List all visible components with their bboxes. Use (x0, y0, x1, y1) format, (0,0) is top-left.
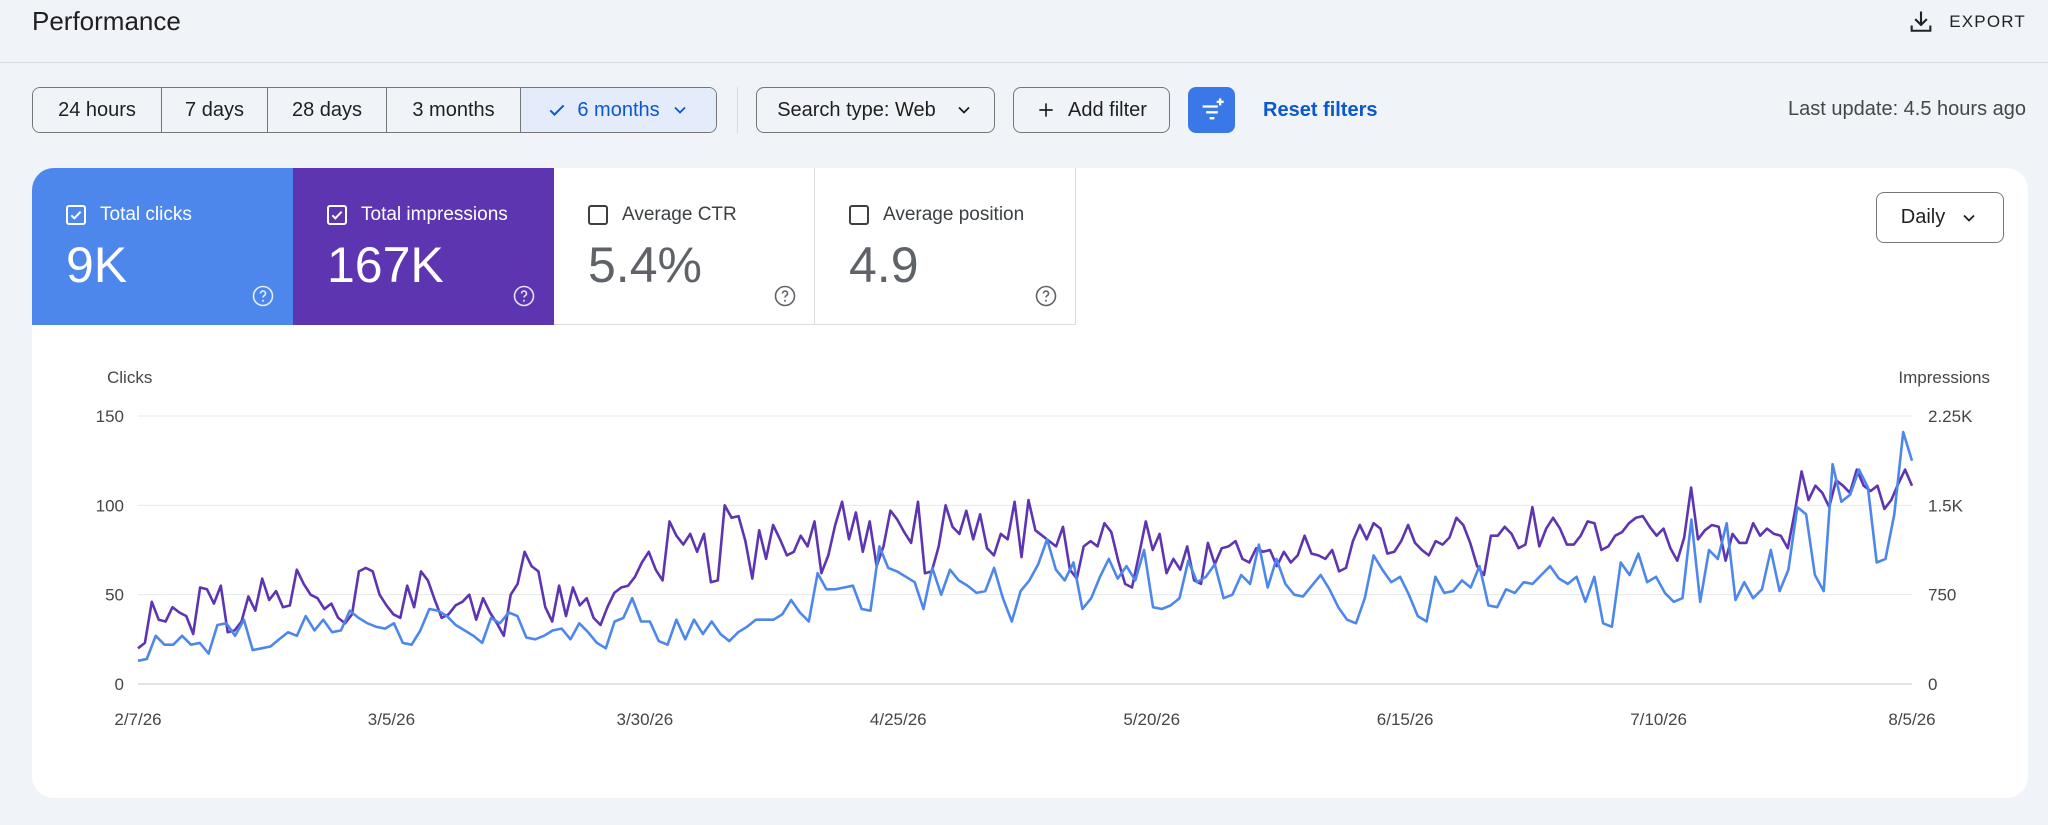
metric-value: 5.4% (588, 237, 702, 293)
x-axis-tick-label: 7/10/26 (1630, 710, 1687, 729)
help-icon[interactable] (1034, 284, 1058, 308)
chevron-down-icon (673, 106, 686, 114)
range-6-months[interactable]: 6 months (521, 88, 716, 132)
performance-chart-card: 0 0 50 750 100 1.5K 150 2.25K Clicks Impressions 2… (32, 168, 2028, 798)
metric-value: 4.9 (849, 237, 919, 293)
metric-label: Average CTR (622, 204, 737, 225)
y-axis-right-label: Impressions (1898, 368, 1990, 387)
x-axis-tick-label: 4/25/26 (870, 710, 927, 729)
filter-list-icon (1202, 98, 1224, 120)
chevron-down-icon (958, 106, 970, 114)
metric-value: 9K (66, 237, 128, 293)
metric-total-impressions[interactable]: Total impressions 167K (293, 168, 554, 325)
download-icon (1910, 11, 1932, 32)
metric-label: Average position (883, 204, 1025, 225)
granularity-dropdown[interactable]: Daily (1876, 192, 2004, 243)
x-axis-tick-label: 8/5/26 (1888, 710, 1935, 729)
search-type-dropdown[interactable]: Search type: Web (756, 87, 995, 133)
add-filter-label: Add filter (1068, 98, 1147, 121)
x-axis-tick-label: 3/30/26 (616, 710, 673, 729)
x-axis-tick-label: 6/15/26 (1377, 710, 1434, 729)
search-type-label: Search type: Web (777, 98, 936, 121)
metric-label: Total impressions (361, 204, 508, 225)
checkbox-checked-icon[interactable] (327, 205, 347, 225)
y-axis-left-label: Clicks (107, 368, 152, 387)
help-icon[interactable] (512, 284, 536, 308)
metric-average-ctr[interactable]: Average CTR 5.4% (554, 168, 815, 325)
y-axis-left-tick-label: 150 (96, 407, 124, 426)
top-bar: Performance EXPORT (0, 0, 2048, 63)
x-axis-tick-label: 3/5/26 (368, 710, 415, 729)
series-line-impressions (137, 468, 1914, 650)
y-axis-left-tick-label: 100 (96, 496, 124, 515)
range-label: 6 months (577, 98, 660, 121)
checkbox-unchecked-icon[interactable] (588, 205, 608, 225)
metric-label: Total clicks (100, 204, 192, 225)
range-label: 24 hours (58, 98, 136, 121)
help-icon[interactable] (251, 284, 275, 308)
series-line-clicks (137, 430, 1914, 663)
range-24-hours[interactable]: 24 hours (33, 88, 162, 132)
help-icon[interactable] (773, 284, 797, 308)
checkbox-unchecked-icon[interactable] (849, 205, 869, 225)
range-28-days[interactable]: 28 days (268, 88, 387, 132)
granularity-label: Daily (1900, 206, 1946, 228)
last-update-text: Last update: 4.5 hours ago (1788, 98, 2026, 120)
chevron-down-icon (1963, 214, 1975, 222)
y-axis-left-tick-label: 50 (105, 586, 124, 605)
filter-settings-button[interactable] (1188, 87, 1235, 133)
metric-total-clicks[interactable]: Total clicks 9K (32, 168, 293, 325)
y-axis-right-tick-label: 2.25K (1928, 407, 1973, 426)
plus-icon (1039, 103, 1053, 117)
range-label: 28 days (291, 98, 363, 121)
export-button[interactable]: EXPORT (1907, 8, 2026, 36)
metric-value: 167K (327, 237, 444, 293)
page-title: Performance (32, 6, 181, 36)
check-icon (549, 104, 565, 116)
divider (737, 87, 738, 133)
x-axis-tick-label: 2/7/26 (114, 710, 161, 729)
range-label: 3 months (412, 98, 495, 121)
export-label: EXPORT (1949, 12, 2026, 31)
range-3-months[interactable]: 3 months (387, 88, 521, 132)
filter-bar: 24 hours 7 days 28 days 3 months 6 month… (32, 87, 1378, 133)
reset-filters-link[interactable]: Reset filters (1263, 99, 1378, 122)
range-7-days[interactable]: 7 days (162, 88, 268, 132)
checkbox-checked-icon[interactable] (66, 205, 86, 225)
y-axis-right-tick-label: 750 (1928, 586, 1956, 605)
range-label: 7 days (185, 98, 244, 121)
date-range-selector: 24 hours 7 days 28 days 3 months 6 month… (32, 87, 717, 133)
metric-average-position[interactable]: Average position 4.9 (815, 168, 1076, 325)
y-axis-right-tick-label: 0 (1928, 675, 1937, 694)
add-filter-button[interactable]: Add filter (1013, 87, 1170, 133)
y-axis-right-tick-label: 1.5K (1928, 496, 1964, 515)
y-axis-left-tick-label: 0 (115, 675, 124, 694)
x-axis-tick-label: 5/20/26 (1123, 710, 1180, 729)
